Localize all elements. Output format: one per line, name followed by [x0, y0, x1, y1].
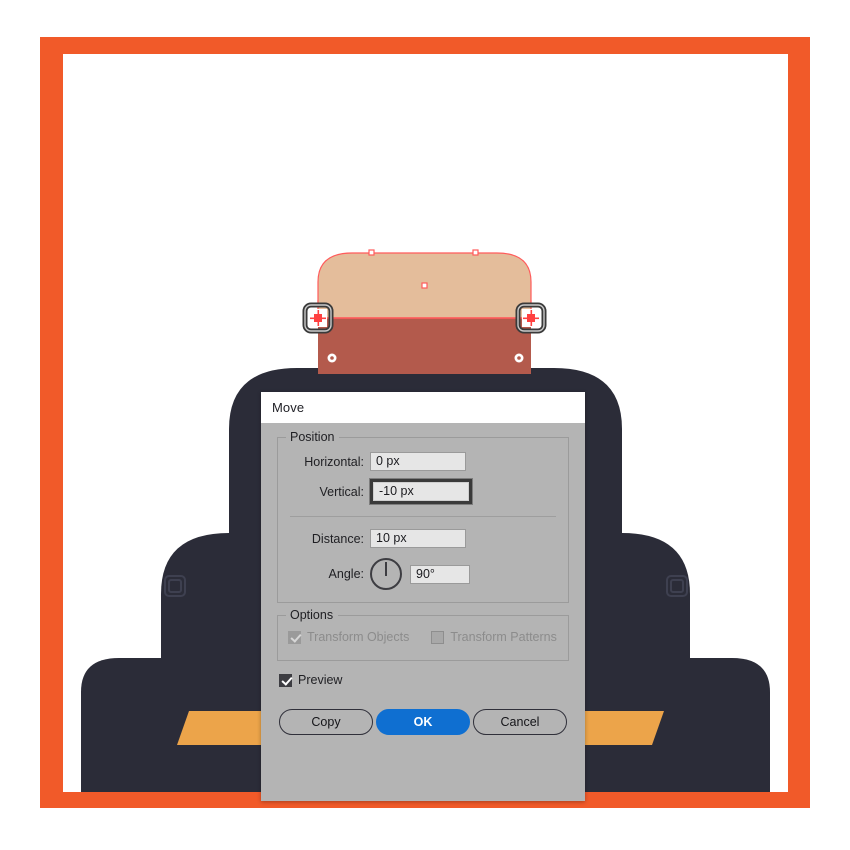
transform-objects-checkbox[interactable]: Transform Objects [288, 630, 409, 644]
angle-input[interactable] [410, 564, 470, 584]
checkbox-box-icon [431, 630, 445, 644]
angle-dial-needle [385, 562, 387, 576]
copy-button[interactable]: Copy [279, 709, 373, 735]
angle-dial[interactable] [370, 558, 402, 590]
horizontal-input[interactable] [370, 452, 466, 471]
ok-button[interactable]: OK [376, 709, 470, 735]
dialog-body: Position Horizontal: Vertical: Distance: [261, 423, 585, 735]
preview-label: Preview [298, 673, 343, 687]
transform-patterns-label: Transform Patterns [450, 630, 557, 644]
angle-label: Angle: [328, 567, 364, 581]
move-dialog: Move Position Horizontal: Vertical: [261, 392, 585, 801]
distance-row: Distance: [288, 529, 558, 548]
angle-row: Angle: [288, 558, 558, 590]
horizontal-label: Horizontal: [304, 454, 364, 469]
options-group-legend: Options [286, 608, 339, 622]
options-group: Options Transform Objects Transform Patt… [277, 608, 569, 661]
cancel-button[interactable]: Cancel [473, 709, 567, 735]
vertical-input[interactable] [373, 482, 469, 501]
checkbox-box-icon [288, 630, 301, 644]
position-group: Position Horizontal: Vertical: Distance: [277, 430, 569, 603]
distance-label: Distance: [311, 531, 364, 546]
preview-checkbox[interactable]: Preview [279, 673, 569, 687]
transform-patterns-checkbox[interactable]: Transform Patterns [431, 630, 557, 644]
transform-objects-label: Transform Objects [307, 630, 410, 644]
dialog-title: Move [272, 400, 305, 415]
horizontal-row: Horizontal: [288, 452, 558, 471]
vertical-input-focus-ring [370, 479, 472, 504]
vertical-row: Vertical: [288, 479, 558, 504]
vertical-label: Vertical: [319, 484, 364, 499]
position-group-legend: Position [286, 430, 340, 444]
checkbox-box-icon [279, 673, 292, 687]
position-divider [290, 516, 556, 517]
screenshot-stage: Move Position Horizontal: Vertical: [0, 0, 850, 850]
dialog-button-bar: Copy OK Cancel [277, 709, 569, 735]
distance-input[interactable] [370, 529, 466, 548]
dialog-titlebar: Move [261, 392, 585, 423]
options-row: Transform Objects Transform Patterns [288, 630, 558, 644]
